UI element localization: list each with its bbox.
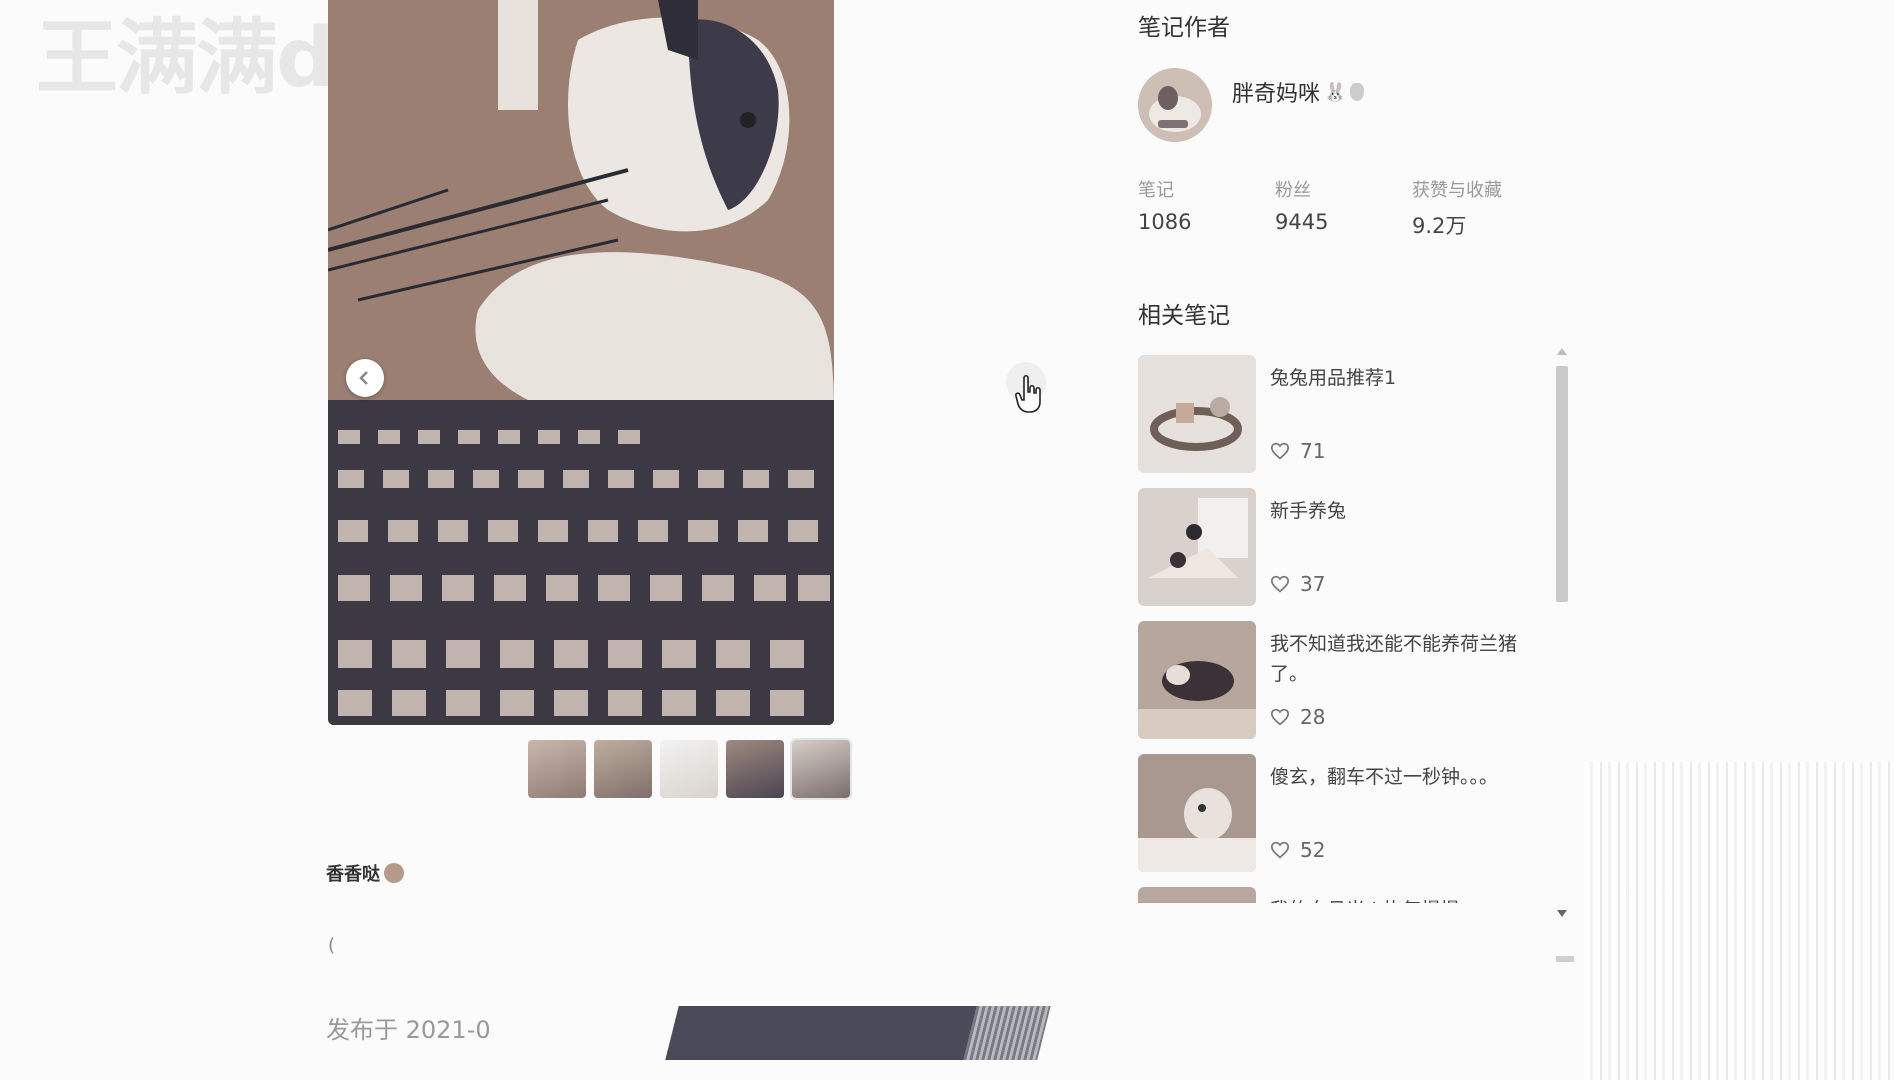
- related-note-title[interactable]: 兔兔用品推荐1: [1270, 363, 1550, 393]
- list-item[interactable]: 我不知道我还能不能养荷兰猪了。 28: [1138, 621, 1560, 754]
- list-item[interactable]: 兔兔用品推荐1 71: [1138, 355, 1560, 488]
- heart-icon: [1270, 442, 1290, 460]
- stat-label: 笔记: [1138, 180, 1174, 201]
- related-note-thumbnail[interactable]: [1138, 754, 1256, 872]
- publish-date: 发布于 2021-0: [326, 1016, 491, 1044]
- scrollbar-thumb[interactable]: [1556, 366, 1568, 602]
- scroll-down-arrow-icon[interactable]: [1557, 910, 1567, 917]
- stat-notes: 笔记 1086: [1138, 176, 1191, 234]
- emoji-icon: [384, 863, 404, 883]
- list-item[interactable]: 新手养兔 37: [1138, 488, 1560, 621]
- heart-icon: [1270, 575, 1290, 593]
- like-count-value: 37: [1300, 572, 1326, 596]
- like-count[interactable]: 37: [1270, 572, 1325, 596]
- like-count[interactable]: 52: [1270, 838, 1325, 862]
- related-note-title[interactable]: 我的白月光 | 恢复慢慢: [1270, 895, 1550, 903]
- photo-thumbnail[interactable]: [594, 740, 652, 798]
- photo-thumbnail-strip: [528, 738, 852, 800]
- author-name[interactable]: 胖奇妈咪 🐰: [1232, 76, 1365, 108]
- related-note-thumbnail[interactable]: [1138, 621, 1256, 739]
- like-count-value: 71: [1300, 439, 1326, 463]
- stat-label: 粉丝: [1275, 180, 1311, 201]
- related-note-thumbnail[interactable]: [1138, 887, 1256, 903]
- stat-value: 1086: [1138, 210, 1192, 234]
- heart-icon: [1270, 708, 1290, 726]
- related-note-title[interactable]: 傻玄，翻车不过一秒钟。。。: [1270, 762, 1550, 792]
- related-notes-list[interactable]: 兔兔用品推荐1 71 新手养兔 37 我不知道我还能不能养荷兰猪了。 28 傻玄…: [1138, 355, 1560, 903]
- related-section-title: 相关笔记: [1138, 303, 1230, 329]
- note-caption: 香香哒: [326, 860, 404, 886]
- author-section-title: 笔记作者: [1138, 15, 1230, 41]
- stat-value: 9.2万: [1412, 214, 1467, 238]
- scrollbar-end: [1556, 956, 1574, 962]
- related-note-thumbnail[interactable]: [1138, 488, 1256, 606]
- photo-thumbnail-active[interactable]: [790, 738, 852, 800]
- note-caption-text: 香香哒: [326, 864, 380, 885]
- video-lower-third-bar: [665, 1006, 989, 1060]
- photo-thumbnail[interactable]: [660, 740, 718, 798]
- hand-pointer-icon: [1015, 374, 1041, 413]
- stat-fans: 粉丝 9445: [1275, 176, 1328, 234]
- list-item[interactable]: 我的白月光 | 恢复慢慢: [1138, 887, 1560, 903]
- stat-label: 获赞与收藏: [1412, 180, 1502, 201]
- photo-thumbnail[interactable]: [726, 740, 784, 798]
- like-count[interactable]: 28: [1270, 705, 1325, 729]
- bag-emoji-icon: [1350, 83, 1365, 101]
- like-count[interactable]: 71: [1270, 439, 1325, 463]
- related-note-title[interactable]: 新手养兔: [1270, 496, 1550, 526]
- heart-icon: [1270, 841, 1290, 859]
- video-artifact-overlay: [1584, 762, 1894, 1080]
- bunny-emoji-icon: 🐰: [1324, 81, 1347, 103]
- photo-thumbnail[interactable]: [528, 740, 586, 798]
- stat-value: 9445: [1275, 210, 1329, 234]
- related-note-title[interactable]: 我不知道我还能不能养荷兰猪了。: [1270, 629, 1550, 689]
- chevron-left-icon: [359, 371, 368, 385]
- scroll-up-arrow-icon[interactable]: [1557, 348, 1567, 355]
- photo-prev-button[interactable]: [346, 359, 384, 397]
- note-main-photo[interactable]: [328, 0, 834, 725]
- related-note-thumbnail[interactable]: [1138, 355, 1256, 473]
- like-count-value: 52: [1300, 838, 1326, 862]
- author-name-text: 胖奇妈咪: [1232, 82, 1321, 107]
- collapse-mark: (: [328, 935, 336, 956]
- avatar[interactable]: [1138, 68, 1212, 142]
- stat-likes-collects: 获赞与收藏 9.2万: [1412, 176, 1502, 240]
- list-item[interactable]: 傻玄，翻车不过一秒钟。。。 52: [1138, 754, 1560, 887]
- video-lower-third-bar-end: [963, 1006, 1051, 1060]
- like-count-value: 28: [1300, 705, 1326, 729]
